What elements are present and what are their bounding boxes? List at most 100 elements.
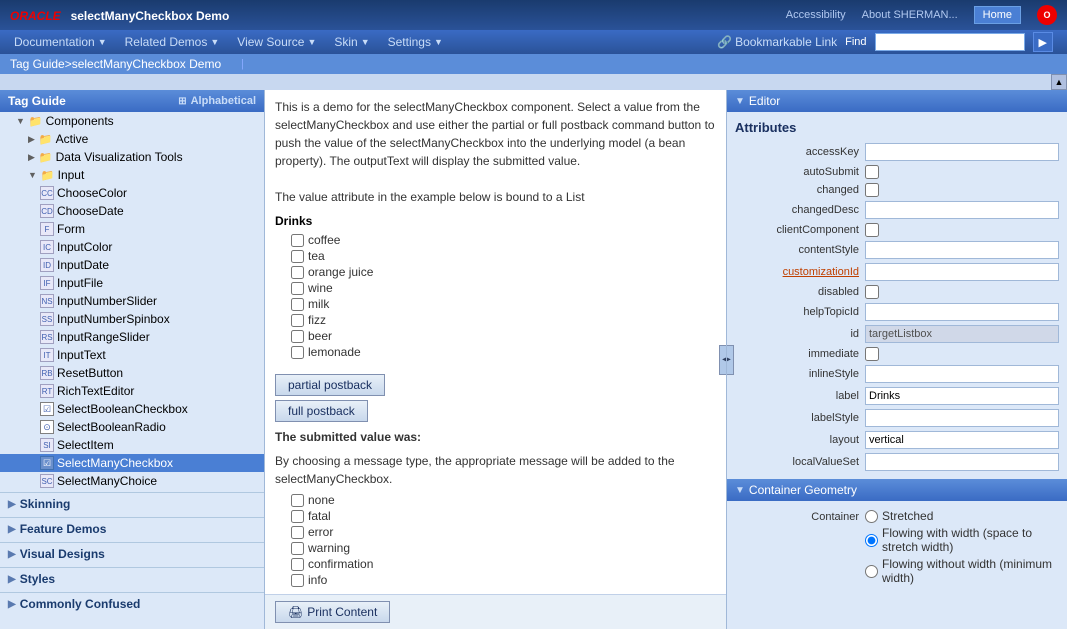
collapse-editor-left-arrow[interactable]: ▶ — [727, 345, 734, 375]
attr-local-value-set-input[interactable] — [865, 453, 1059, 471]
folder-icon: 📁 — [41, 169, 55, 182]
breadcrumb-parent[interactable]: Tag Guide — [10, 57, 65, 71]
drink-fizz-checkbox[interactable] — [291, 314, 304, 327]
print-button[interactable]: 🖨 Print Content — [275, 601, 390, 623]
attr-layout-input[interactable] — [865, 431, 1059, 449]
tree-item-choose-date[interactable]: CD ChooseDate — [0, 202, 264, 220]
tree-item-input-range-slider[interactable]: RS InputRangeSlider — [0, 328, 264, 346]
center-content: This is a demo for the selectManyCheckbo… — [265, 90, 727, 629]
tree-item-components[interactable]: ▼ 📁 Components — [0, 112, 264, 130]
bookmark-link[interactable]: 🔗 Bookmarkable Link — [717, 35, 837, 49]
msg-info: info — [275, 572, 716, 588]
full-postback-button[interactable]: full postback — [275, 400, 368, 422]
container-stretched-radio[interactable] — [865, 510, 878, 523]
radio-icon: ⊙ — [40, 420, 54, 434]
attr-id-input[interactable] — [865, 325, 1059, 343]
partial-postback-button[interactable]: partial postback — [275, 374, 385, 396]
tree-item-input-file[interactable]: IF InputFile — [0, 274, 264, 292]
attr-local-value-set: localValueSet — [735, 453, 1059, 471]
about-link[interactable]: About SHERMAN... — [862, 9, 958, 21]
tree-item-input-number-slider[interactable]: NS InputNumberSlider — [0, 292, 264, 310]
chevron-right-icon: ▶ — [8, 524, 16, 535]
sidebar-alpha-button[interactable]: Alphabetical — [191, 95, 256, 107]
msg-warning-checkbox[interactable] — [291, 542, 304, 555]
msg-info-checkbox[interactable] — [291, 574, 304, 587]
tree-item-input-date[interactable]: ID InputDate — [0, 256, 264, 274]
find-input[interactable] — [875, 33, 1025, 51]
attr-inline-style-input[interactable] — [865, 365, 1059, 383]
attr-content-style-input[interactable] — [865, 241, 1059, 259]
component-icon: SI — [40, 438, 54, 452]
drinks-section: Drinks coffee tea orange juice wine — [275, 214, 716, 360]
nav-settings[interactable]: Settings ▼ — [380, 33, 451, 51]
attr-help-topic-id: helpTopicId — [735, 303, 1059, 321]
find-go-button[interactable]: ▶ — [1033, 32, 1053, 52]
collapse-icon[interactable]: ▼ — [735, 96, 745, 107]
tree-item-select-many-choice[interactable]: SC SelectManyChoice — [0, 472, 264, 490]
container-flowing-width-radio[interactable] — [865, 534, 878, 547]
drink-coffee-checkbox[interactable] — [291, 234, 304, 247]
content-scroll-area[interactable]: This is a demo for the selectManyCheckbo… — [265, 90, 726, 594]
drink-fizz: fizz — [275, 312, 716, 328]
sidebar-section-skinning[interactable]: ▶ Skinning — [0, 492, 264, 515]
drink-wine-checkbox[interactable] — [291, 282, 304, 295]
tree-item-input[interactable]: ▼ 📁 Input — [0, 166, 264, 184]
attr-help-topic-id-input[interactable] — [865, 303, 1059, 321]
submitted-label: The submitted value was: — [275, 430, 716, 444]
nav-documentation[interactable]: Documentation ▼ — [6, 33, 115, 51]
tree-item-select-boolean-checkbox[interactable]: ☑ SelectBooleanCheckbox — [0, 400, 264, 418]
sidebar-section-feature-demos[interactable]: ▶ Feature Demos — [0, 517, 264, 540]
drink-orange-juice-checkbox[interactable] — [291, 266, 304, 279]
collapse-center-right-arrow[interactable]: ◀ — [719, 345, 727, 375]
drink-lemonade-checkbox[interactable] — [291, 346, 304, 359]
msg-error: error — [275, 524, 716, 540]
tree-item-select-item[interactable]: SI SelectItem — [0, 436, 264, 454]
attr-changed-desc-input[interactable] — [865, 201, 1059, 219]
tree-item-input-color[interactable]: IC InputColor — [0, 238, 264, 256]
attr-immediate-checkbox[interactable] — [865, 347, 879, 361]
printer-icon: 🖨 — [288, 605, 303, 619]
nav-view-source[interactable]: View Source ▼ — [229, 33, 324, 51]
tree-item-choose-color[interactable]: CC ChooseColor — [0, 184, 264, 202]
tree-item-data-viz[interactable]: ▶ 📁 Data Visualization Tools — [0, 148, 264, 166]
attr-label-input[interactable] — [865, 387, 1059, 405]
drink-tea-checkbox[interactable] — [291, 250, 304, 263]
tree-item-input-text[interactable]: IT InputText — [0, 346, 264, 364]
msg-none-checkbox[interactable] — [291, 494, 304, 507]
component-icon: ID — [40, 258, 54, 272]
drink-beer-checkbox[interactable] — [291, 330, 304, 343]
container-flowing-width: Flowing with width (space to stretch wid… — [865, 526, 1059, 554]
attr-customization-id-input[interactable] — [865, 263, 1059, 281]
component-icon: IT — [40, 348, 54, 362]
tree-item-rich-text-editor[interactable]: RT RichTextEditor — [0, 382, 264, 400]
expand-icon: ▼ — [28, 170, 37, 180]
scroll-up-button[interactable]: ▲ — [1051, 74, 1067, 90]
msg-error-checkbox[interactable] — [291, 526, 304, 539]
tree-item-reset-button[interactable]: RB ResetButton — [0, 364, 264, 382]
container-radio-group: Stretched Flowing with width (space to s… — [865, 509, 1059, 585]
tree-item-input-number-spinbox[interactable]: SS InputNumberSpinbox — [0, 310, 264, 328]
collapse-icon[interactable]: ▼ — [735, 485, 745, 496]
nav-related-demos[interactable]: Related Demos ▼ — [117, 33, 228, 51]
attr-label-style-input[interactable] — [865, 409, 1059, 427]
sidebar-section-commonly-confused[interactable]: ▶ Commonly Confused — [0, 592, 264, 615]
tree-item-select-boolean-radio[interactable]: ⊙ SelectBooleanRadio — [0, 418, 264, 436]
attr-access-key-input[interactable] — [865, 143, 1059, 161]
attr-disabled-checkbox[interactable] — [865, 285, 879, 299]
msg-confirmation-checkbox[interactable] — [291, 558, 304, 571]
attr-client-component-checkbox[interactable] — [865, 223, 879, 237]
nav-skin[interactable]: Skin ▼ — [326, 33, 377, 51]
sidebar-section-styles[interactable]: ▶ Styles — [0, 567, 264, 590]
drink-milk-checkbox[interactable] — [291, 298, 304, 311]
attr-auto-submit-checkbox[interactable] — [865, 165, 879, 179]
tree-item-form[interactable]: F Form — [0, 220, 264, 238]
tree-item-select-many-checkbox[interactable]: ☑ SelectManyCheckbox — [0, 454, 264, 472]
attr-changed-checkbox[interactable] — [865, 183, 879, 197]
home-button[interactable]: Home — [974, 6, 1021, 24]
accessibility-link[interactable]: Accessibility — [786, 9, 846, 21]
container-flowing-no-width-radio[interactable] — [865, 565, 878, 578]
main-layout: Tag Guide ⊞ Alphabetical ▼ 📁 Components … — [0, 90, 1067, 629]
tree-item-active[interactable]: ▶ 📁 Active — [0, 130, 264, 148]
msg-fatal-checkbox[interactable] — [291, 510, 304, 523]
sidebar-section-visual-designs[interactable]: ▶ Visual Designs — [0, 542, 264, 565]
